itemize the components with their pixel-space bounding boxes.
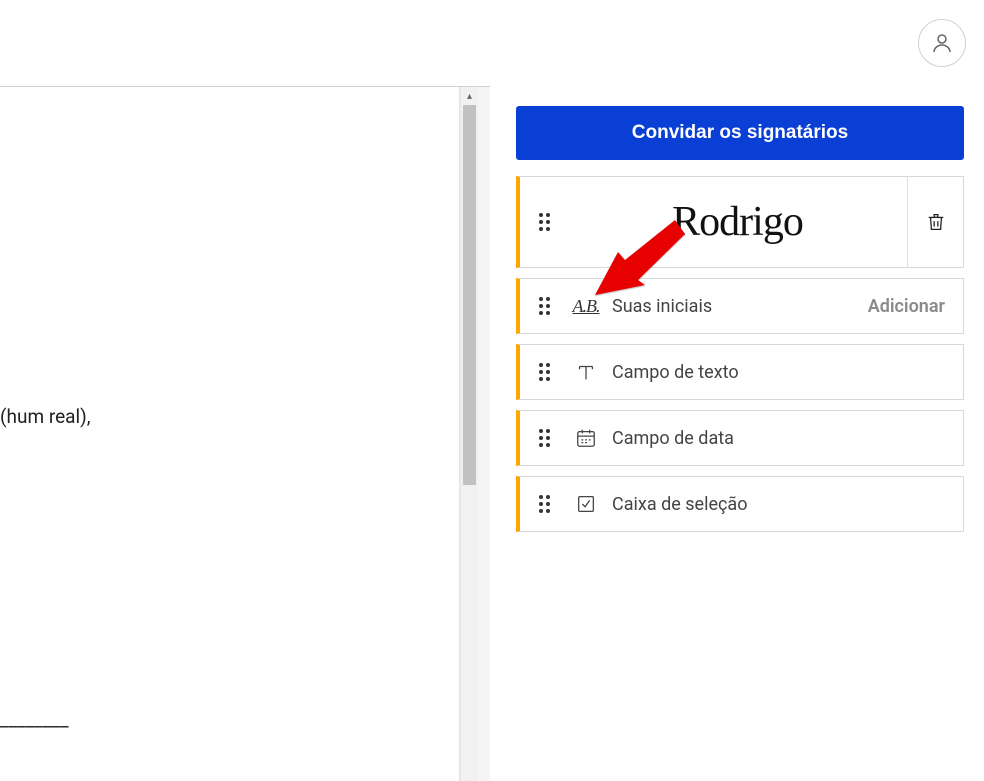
document-signature-line: ________ bbox=[0, 708, 69, 731]
document-pane: (hum real), ________ ▴ bbox=[0, 86, 490, 781]
checkbox-field-item[interactable]: Caixa de seleção bbox=[516, 476, 964, 532]
initials-field-item[interactable]: A.B. Suas iniciais Adicionar bbox=[516, 278, 964, 334]
app-header bbox=[0, 0, 984, 86]
drag-handle-icon[interactable] bbox=[520, 177, 568, 267]
text-icon bbox=[568, 361, 604, 383]
invite-signers-button[interactable]: Convidar os signatários bbox=[516, 106, 964, 160]
drag-handle-icon[interactable] bbox=[520, 411, 568, 465]
document-scrollbar[interactable]: ▴ bbox=[460, 87, 478, 781]
main-area: (hum real), ________ ▴ Convidar os signa… bbox=[0, 86, 984, 781]
fields-panel: Convidar os signatários Rodrigo A.B. bbox=[490, 86, 984, 781]
checkbox-field-label: Caixa de seleção bbox=[604, 494, 963, 515]
text-field-label: Campo de texto bbox=[604, 362, 963, 383]
signature-field-item[interactable]: Rodrigo bbox=[516, 176, 964, 268]
document-text-snippet: (hum real), bbox=[0, 405, 90, 430]
text-field-item[interactable]: Campo de texto bbox=[516, 344, 964, 400]
date-field-item[interactable]: Campo de data bbox=[516, 410, 964, 466]
date-field-label: Campo de data bbox=[604, 428, 963, 449]
checkbox-icon bbox=[568, 493, 604, 515]
initials-icon: A.B. bbox=[568, 296, 604, 317]
document-sheet[interactable]: (hum real), ________ bbox=[0, 87, 460, 781]
user-icon bbox=[930, 31, 954, 55]
scrollbar-thumb[interactable] bbox=[463, 105, 476, 485]
drag-handle-icon[interactable] bbox=[520, 477, 568, 531]
drag-handle-icon[interactable] bbox=[520, 345, 568, 399]
user-avatar-button[interactable] bbox=[918, 19, 966, 67]
drag-handle-icon[interactable] bbox=[520, 279, 568, 333]
signature-preview: Rodrigo bbox=[568, 177, 907, 267]
add-initials-action[interactable]: Adicionar bbox=[850, 296, 963, 317]
scrollbar-up-arrow[interactable]: ▴ bbox=[461, 87, 478, 105]
delete-signature-button[interactable] bbox=[907, 177, 963, 267]
trash-icon bbox=[925, 211, 947, 233]
initials-field-label: Suas iniciais bbox=[604, 296, 850, 317]
calendar-icon bbox=[568, 427, 604, 449]
